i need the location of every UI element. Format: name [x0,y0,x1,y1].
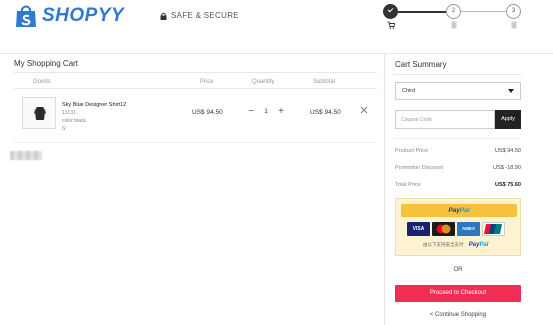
column-quantity: Quantity [252,79,275,85]
brand-logo[interactable]: SHOPYY [15,4,124,28]
decrease-quantity-button[interactable]: − [246,106,256,117]
paypal-note: 由以下支持安全支付 PayPal [423,242,488,248]
total-price-row: Total Price US$ 75.60 [395,182,521,188]
continue-shopping-link[interactable]: < Continue Shopping [395,312,521,318]
paypal-logo-pay: Pay [448,207,460,214]
card-logos: VISA AMEX [407,222,505,236]
paypal-box: PayPal VISA AMEX 由以下支持安全支付 PayPal [395,198,521,256]
or-separator: OR [453,267,463,273]
country-select[interactable]: Chird [395,82,521,100]
item-extra: S: [62,126,67,132]
step-2: 2 [446,4,461,19]
cart-table-header: Goods Price Quantity Subtotal [14,72,377,89]
item-name[interactable]: Sky Blue Designer Shirt12 [62,101,126,109]
row-value: US$ 94.50 [495,148,521,154]
summary-title: Cart Summary [395,60,447,69]
visa-icon: VISA [407,222,430,236]
document-icon [511,21,517,29]
row-value: US$ -18.90 [493,165,521,171]
step-line-2 [460,11,506,12]
secure-badge: SAFE & SECURE [160,11,239,20]
header: SHOPYY SAFE & SECURE 2 3 [0,0,553,34]
cart-summary: Cart Summary Chird Coupon Code Apply Pro… [384,54,530,325]
chevron-down-icon [508,89,514,93]
shopping-cart: My Shopping Cart Goods Price Quantity Su… [14,54,377,143]
cart-title: My Shopping Cart [14,59,79,68]
item-sku: 13131 [62,110,76,116]
paypal-note-text: 由以下支持安全支付 [423,242,464,247]
cart-item: Sky Blue Designer Shirt12 13131 color:bl… [14,89,377,143]
checkout-steps: 2 3 [383,4,523,32]
step-line-1 [398,10,446,13]
product-image-icon [34,107,46,120]
cart-icon [387,21,395,29]
row-label: Total Price [395,182,421,188]
item-details: Sky Blue Designer Shirt12 13131 color:bl… [62,101,126,133]
item-subtotal: US$ 94.50 [310,109,341,116]
lock-icon [160,12,167,20]
step-3: 3 [506,4,521,19]
close-icon[interactable] [359,105,369,115]
summary-divider [393,138,521,139]
row-label: Promotion Discount [395,165,443,171]
quantity-stepper: − 1 + [246,106,286,117]
paypal-button[interactable]: PayPal [401,204,517,217]
increase-quantity-button[interactable]: + [276,106,286,117]
country-value: Chird [402,88,416,94]
mastercard-icon [432,222,455,236]
apply-button[interactable]: Apply [495,110,521,129]
shopping-bag-icon [16,5,36,27]
product-thumbnail[interactable] [22,97,56,129]
item-variant: color:black [62,118,86,124]
quantity-value[interactable]: 1 [256,108,276,115]
secure-text: SAFE & SECURE [171,11,239,20]
paypal-note-logo: PayPal [468,242,489,248]
brand-name: SHOPYY [42,5,125,26]
proceed-to-checkout-button[interactable]: Proceed to Checkout [395,285,521,302]
amex-icon: AMEX [457,222,480,236]
promotion-discount-row: Promotion Discount US$ -18.90 [395,165,521,171]
row-value: US$ 75.60 [495,182,521,188]
coupon-input[interactable]: Coupon Code [395,110,495,129]
column-goods: Goods [33,79,51,85]
product-price-row: Product Price US$ 94.50 [395,148,521,154]
step-1-done [383,4,398,19]
summary-divider [393,74,521,75]
item-price: US$ 94.50 [192,109,223,116]
document-icon [451,21,457,29]
column-subtotal: Subtotal [313,79,336,85]
column-price: Price [200,79,214,85]
unionpay-icon [482,222,505,236]
row-label: Product Price [395,148,429,154]
paypal-logo-pal: Pal [459,207,470,214]
blurred-text [10,151,42,160]
